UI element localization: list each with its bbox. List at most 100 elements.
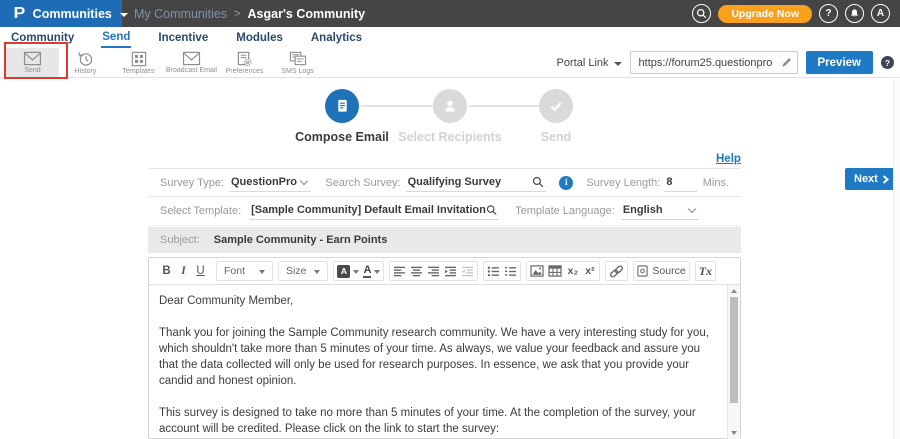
ribbon-item-broadcast-email[interactable]: Broadcast Email (165, 48, 218, 78)
breadcrumb-separator: > (234, 8, 240, 20)
wizard-stepper: Compose Email Select Recipients Send (0, 86, 900, 146)
tab-send[interactable]: Send (101, 28, 131, 48)
scrollbar-thumb[interactable] (730, 297, 738, 403)
survey-length-input[interactable]: 8 (664, 174, 696, 192)
increase-indent-button[interactable] (442, 262, 459, 280)
superscript-button[interactable]: x² (581, 262, 598, 280)
numbered-list-button[interactable] (502, 262, 519, 280)
italic-button[interactable]: I (175, 262, 192, 280)
survey-type-value: QuestionPro (231, 176, 297, 188)
editor-paragraph: This survey is designed to take no more … (159, 405, 719, 437)
chevron-down-icon (120, 13, 128, 17)
compose-form-panel: Survey Type: QuestionPro Search Survey: … (148, 168, 741, 253)
preview-button[interactable]: Preview (806, 51, 873, 74)
breadcrumb-my-communities[interactable]: My Communities (134, 7, 227, 21)
size-select[interactable]: Size (278, 261, 328, 281)
subscript-button[interactable]: x₂ (564, 262, 581, 280)
preferences-gear-icon (236, 51, 253, 67)
align-left-button[interactable] (391, 262, 408, 280)
link-group (605, 261, 628, 281)
breadcrumb-current-community: Asgar's Community (248, 7, 366, 21)
subject-label: Subject: (160, 234, 200, 246)
select-template-input[interactable]: [Sample Community] Default Email Invitat… (249, 202, 499, 220)
info-icon[interactable]: i (559, 176, 573, 190)
subject-value[interactable]: Sample Community - Earn Points (214, 234, 388, 246)
step-send[interactable] (539, 89, 573, 123)
next-button[interactable]: Next (845, 168, 898, 190)
source-button[interactable]: Source (635, 262, 687, 280)
next-button-label: Next (854, 173, 878, 185)
size-select-label: Size (286, 265, 306, 277)
ribbon-item-label: Preferences (226, 68, 264, 75)
ribbon-item-label: Templates (123, 68, 155, 75)
ribbon-item-history[interactable]: History (59, 48, 112, 78)
step-compose-email[interactable] (325, 89, 359, 123)
select-template-label: Select Template: (160, 205, 241, 217)
insert-link-button[interactable] (607, 262, 626, 280)
search-button[interactable] (692, 4, 711, 23)
chevron-down-icon (614, 62, 622, 66)
templates-grid-icon (131, 51, 147, 67)
help-link[interactable]: Help (716, 153, 741, 165)
background-color-button[interactable]: A (335, 262, 361, 280)
scroll-down-icon[interactable] (731, 431, 737, 435)
upgrade-now-button[interactable]: Upgrade Now (718, 5, 812, 23)
underline-button[interactable]: U (192, 262, 209, 280)
ribbon-item-send[interactable]: Send (6, 48, 59, 78)
product-switcher[interactable]: P Communities (0, 0, 122, 27)
search-survey-input[interactable]: Qualifying Survey (406, 174, 547, 192)
step-connector (361, 105, 433, 107)
question-mark-icon: ? (825, 8, 831, 19)
remove-format-button[interactable]: Tx (697, 262, 714, 280)
insert-table-button[interactable] (546, 262, 564, 280)
survey-length-label: Survey Length: (586, 177, 660, 189)
align-right-button[interactable] (425, 262, 442, 280)
survey-type-label: Survey Type: (160, 177, 224, 189)
step-label-compose-email: Compose Email (290, 130, 394, 144)
editor-body-wrap: Dear Community Member,Thank you for join… (149, 285, 740, 439)
survey-length-unit: Mins. (703, 177, 729, 189)
bold-button[interactable]: B (158, 262, 175, 280)
source-doc-icon (637, 265, 648, 277)
history-clock-icon (77, 51, 94, 67)
ribbon-help-button[interactable]: ? (881, 56, 894, 69)
user-avatar[interactable]: A (871, 4, 890, 23)
insert-image-button[interactable] (528, 262, 546, 280)
page-scrollbar[interactable] (893, 79, 900, 439)
email-body-textarea[interactable]: Dear Community Member,Thank you for join… (149, 285, 727, 439)
notifications-button[interactable] (845, 4, 864, 23)
bell-icon (849, 8, 860, 19)
decrease-indent-button[interactable] (459, 262, 476, 280)
ribbon-item-sms-logs[interactable]: SMS Logs (271, 48, 324, 78)
chevron-down-icon (314, 270, 320, 274)
step-select-recipients[interactable] (433, 89, 467, 123)
portal-link-label: Portal Link (557, 57, 609, 69)
chevron-down-icon (259, 270, 265, 274)
ribbon-item-label: History (75, 68, 97, 75)
ribbon-item-templates[interactable]: Templates (112, 48, 165, 78)
subject-row: Subject: Sample Community - Earn Points (148, 227, 741, 253)
ribbon-item-preferences[interactable]: Preferences (218, 48, 271, 78)
align-center-button[interactable] (408, 262, 425, 280)
tab-incentive[interactable]: Incentive (157, 29, 209, 47)
tab-modules[interactable]: Modules (235, 29, 284, 47)
scroll-up-icon[interactable] (731, 289, 737, 293)
search-icon[interactable] (486, 204, 497, 216)
edit-url-button[interactable] (777, 53, 796, 72)
portal-url-input[interactable] (630, 51, 798, 74)
survey-type-select[interactable]: QuestionPro (229, 174, 311, 192)
pencil-icon (780, 56, 793, 69)
text-color-button[interactable]: A (361, 262, 382, 280)
portal-link-dropdown[interactable]: Portal Link (557, 57, 622, 69)
help-button[interactable]: ? (819, 4, 838, 23)
source-button-label: Source (652, 265, 685, 277)
text-style-group: B I U (156, 261, 211, 281)
editor-scrollbar[interactable] (727, 285, 740, 439)
tab-community[interactable]: Community (10, 29, 75, 47)
template-language-select[interactable]: English (621, 202, 699, 220)
tab-analytics[interactable]: Analytics (310, 29, 363, 47)
font-select[interactable]: Font (216, 261, 273, 281)
search-icon[interactable] (532, 176, 544, 188)
bulleted-list-button[interactable] (485, 262, 502, 280)
link-icon (609, 265, 624, 278)
